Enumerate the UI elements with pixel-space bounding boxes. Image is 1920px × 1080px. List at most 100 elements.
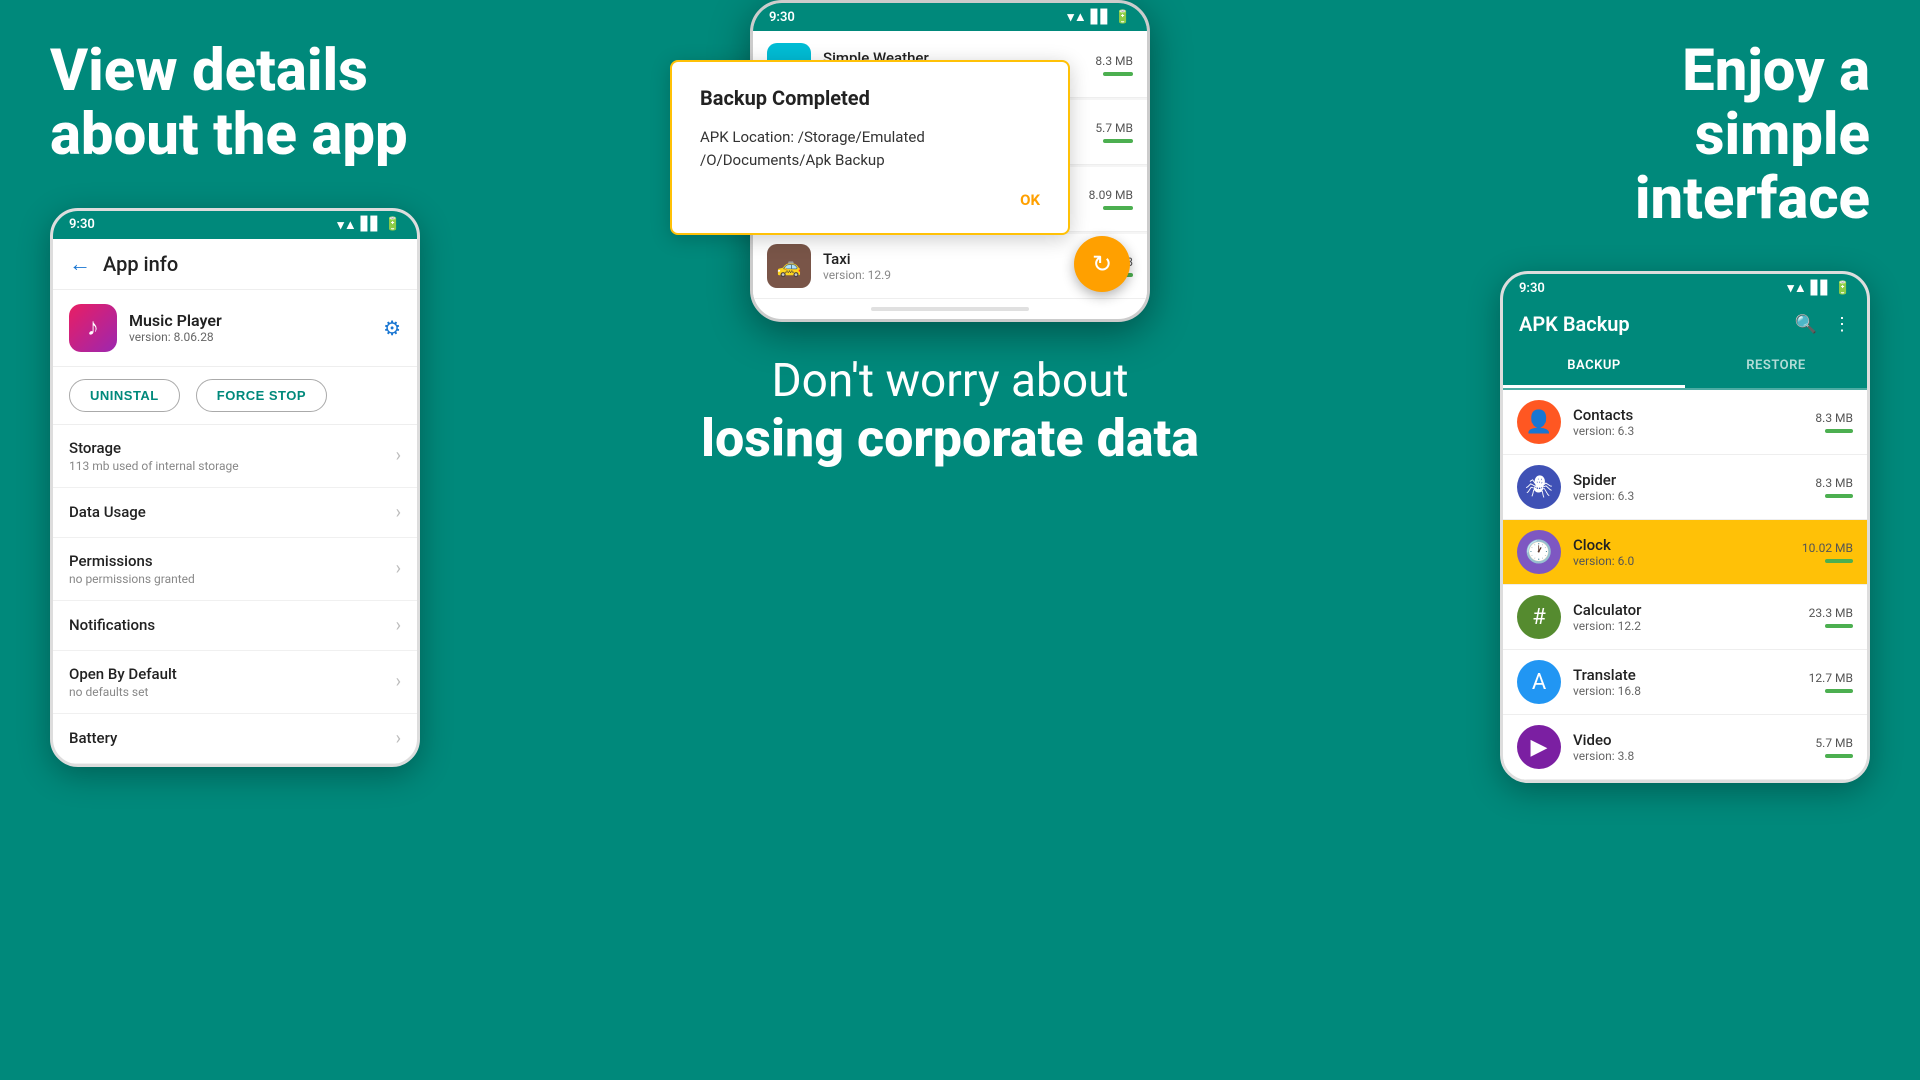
menu-item[interactable]: Data Usage › xyxy=(53,488,417,538)
phone-toolbar: ← App info xyxy=(53,239,417,290)
right-app-info: Translate version: 16.8 xyxy=(1573,666,1797,698)
menu-item-title: Notifications xyxy=(69,616,155,634)
center-signal-icon: ▋▋ xyxy=(1091,10,1111,25)
right-app-version: version: 12.2 xyxy=(1573,619,1797,633)
right-wifi-icon: ▾▲ xyxy=(1787,280,1806,296)
right-app-icon: ▶ xyxy=(1517,725,1561,769)
tab-backup[interactable]: BACKUP xyxy=(1503,346,1685,388)
center-status-time: 9:30 xyxy=(769,10,795,25)
right-app-version: version: 16.8 xyxy=(1573,684,1797,698)
right-list-item[interactable]: 🕷 Spider version: 6.3 8.3 MB xyxy=(1503,455,1867,520)
right-size-block: 12.7 MB xyxy=(1809,671,1853,693)
right-title-line1: Enjoy a xyxy=(1682,37,1870,105)
right-list-item[interactable]: 👤 Contacts version: 6.3 8.3 MB xyxy=(1503,390,1867,455)
right-app-info: Video version: 3.8 xyxy=(1573,731,1803,763)
right-app-info: Contacts version: 6.3 xyxy=(1573,406,1803,438)
right-toolbar-icons: 🔍 ⋮ xyxy=(1795,314,1851,335)
backup-dialog: Backup Completed APK Location: /Storage/… xyxy=(670,60,1070,235)
right-status-bar: 9:30 ▾▲ ▋▋ 🔋 xyxy=(1503,274,1867,302)
chevron-icon: › xyxy=(396,502,401,523)
menu-item-left-2: Permissions no permissions granted xyxy=(69,552,195,586)
menu-item-title: Storage xyxy=(69,439,239,457)
right-size-block: 5.7 MB xyxy=(1815,736,1853,758)
app-list-size: 8.3 MB xyxy=(1095,54,1133,68)
menu-item[interactable]: Battery › xyxy=(53,714,417,764)
force-stop-button[interactable]: FORCE STOP xyxy=(196,379,327,412)
right-title: Enjoy a simple interface xyxy=(1450,40,1870,231)
right-app-version: version: 6.3 xyxy=(1573,489,1803,503)
right-status-time: 9:30 xyxy=(1519,281,1545,296)
right-list-item[interactable]: ▶ Video version: 3.8 5.7 MB xyxy=(1503,715,1867,780)
right-app-icon: 🕐 xyxy=(1517,530,1561,574)
wifi-icon: ▾▲ xyxy=(337,217,356,233)
right-signal-icon: ▋▋ xyxy=(1811,281,1831,296)
right-title-line2: simple interface xyxy=(1635,101,1870,233)
right-app-name: Spider xyxy=(1573,471,1803,489)
right-app-name: Clock xyxy=(1573,536,1790,554)
app-list-icon: 🚕 xyxy=(767,244,811,288)
right-size-block: 10.02 MB xyxy=(1802,541,1853,563)
menu-item-left-0: Storage 113 mb used of internal storage xyxy=(69,439,239,473)
menu-item[interactable]: Notifications › xyxy=(53,601,417,651)
right-app-version: version: 6.3 xyxy=(1573,424,1803,438)
menu-item-title: Data Usage xyxy=(69,503,146,521)
right-phone: 9:30 ▾▲ ▋▋ 🔋 APK Backup 🔍 ⋮ BACKUP RESTO… xyxy=(1500,271,1870,783)
toolbar-title: App info xyxy=(103,252,178,276)
right-app-name: Video xyxy=(1573,731,1803,749)
right-size-text: 23.3 MB xyxy=(1809,606,1853,620)
right-size-bar xyxy=(1825,429,1853,433)
right-app-version: version: 6.0 xyxy=(1573,554,1790,568)
search-icon[interactable]: 🔍 xyxy=(1795,314,1817,335)
right-app-list: 👤 Contacts version: 6.3 8.3 MB 🕷 Spider … xyxy=(1503,390,1867,780)
bottom-text: Don't worry about losing corporate data xyxy=(661,330,1239,493)
dialog-title: Backup Completed xyxy=(700,86,1040,110)
size-bar xyxy=(1103,72,1133,76)
right-list-item[interactable]: A Translate version: 16.8 12.7 MB xyxy=(1503,650,1867,715)
menu-item[interactable]: Open By Default no defaults set › xyxy=(53,651,417,714)
signal-icon: ▋▋ xyxy=(361,217,381,232)
center-panel: 9:30 ▾▲ ▋▋ 🔋 ☁ Simple Weather version: 6… xyxy=(480,0,1420,1080)
menu-item-sub: 113 mb used of internal storage xyxy=(69,459,239,473)
right-list-item[interactable]: # Calculator version: 12.2 23.3 MB xyxy=(1503,585,1867,650)
battery-icon: 🔋 xyxy=(385,217,401,232)
right-list-item[interactable]: 🕐 Clock version: 6.0 10.02 MB xyxy=(1503,520,1867,585)
app-list-size-block: 8.09 MB xyxy=(1089,188,1133,210)
right-size-bar xyxy=(1825,624,1853,628)
right-status-icons: ▾▲ ▋▋ 🔋 xyxy=(1787,280,1851,296)
menu-item-left-1: Data Usage xyxy=(69,503,146,521)
dialog-ok-button[interactable]: OK xyxy=(700,191,1040,209)
app-name: Music Player xyxy=(129,311,222,330)
chevron-icon: › xyxy=(396,615,401,636)
app-list-size-block: 5.7 MB xyxy=(1095,121,1133,143)
fab-refresh-button[interactable]: ↻ xyxy=(1074,236,1130,292)
menu-item-left-4: Open By Default no defaults set xyxy=(69,665,177,699)
bottom-text-line1: Don't worry about xyxy=(701,354,1199,408)
tab-restore[interactable]: RESTORE xyxy=(1685,346,1867,388)
menu-item[interactable]: Storage 113 mb used of internal storage … xyxy=(53,425,417,488)
status-icons: ▾▲ ▋▋ 🔋 xyxy=(337,217,401,233)
dialog-body: APK Location: /Storage/Emulated /O/Docum… xyxy=(700,126,1040,171)
menu-item-title: Battery xyxy=(69,729,117,747)
right-battery-icon: 🔋 xyxy=(1835,281,1851,296)
app-list-size: 8.09 MB xyxy=(1089,188,1133,202)
right-app-info: Calculator version: 12.2 xyxy=(1573,601,1797,633)
more-options-icon[interactable]: ⋮ xyxy=(1833,314,1851,335)
center-wifi-icon: ▾▲ xyxy=(1067,9,1086,25)
center-phone-wrapper: 9:30 ▾▲ ▋▋ 🔋 ☁ Simple Weather version: 6… xyxy=(750,0,1150,322)
right-size-bar xyxy=(1825,494,1853,498)
settings-gear-icon[interactable]: ⚙ xyxy=(383,316,401,340)
app-list-size-block: 8.3 MB xyxy=(1095,54,1133,76)
center-battery-icon: 🔋 xyxy=(1115,10,1131,25)
right-app-icon: # xyxy=(1517,595,1561,639)
menu-item-sub: no permissions granted xyxy=(69,572,195,586)
menu-item[interactable]: Permissions no permissions granted › xyxy=(53,538,417,601)
chevron-icon: › xyxy=(396,671,401,692)
right-size-bar xyxy=(1825,689,1853,693)
right-size-text: 8.3 MB xyxy=(1815,476,1853,490)
menu-item-sub: no defaults set xyxy=(69,685,177,699)
back-arrow-icon[interactable]: ← xyxy=(69,251,91,277)
app-list-version: version: 12.9 xyxy=(823,268,1091,282)
uninstall-button[interactable]: UNINSTAL xyxy=(69,379,180,412)
app-icon: ♪ xyxy=(69,304,117,352)
menu-item-left-3: Notifications xyxy=(69,616,155,634)
